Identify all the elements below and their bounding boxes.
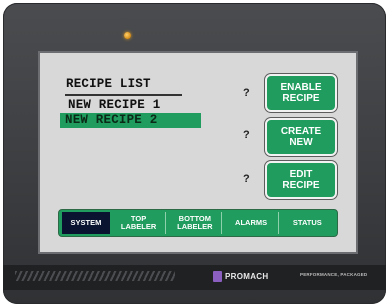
- enable-recipe-label-line2: RECIPE: [282, 93, 320, 104]
- promach-logo-icon: [213, 270, 222, 282]
- create-new-label-line1: CREATE: [280, 126, 322, 137]
- tab-top-labeler-line2: LABELER: [120, 222, 157, 231]
- brand-logo: PROMACH: [213, 269, 268, 283]
- bottom-tab-bar: SYSTEM TOP LABELER BOTTOM LABELER ALARMS…: [58, 209, 338, 237]
- create-new-label-line2: NEW: [289, 137, 313, 148]
- tab-bottom-labeler[interactable]: BOTTOM LABELER: [168, 212, 223, 234]
- help-edit-recipe[interactable]: ?: [243, 173, 250, 185]
- edit-recipe-button[interactable]: EDIT RECIPE: [265, 161, 337, 199]
- hmi-bezel: RECIPE LIST NEW RECIPE 1 NEW RECIPE 2 ? …: [3, 3, 386, 304]
- tab-status[interactable]: STATUS: [281, 212, 334, 234]
- tab-status-label: STATUS: [292, 218, 322, 227]
- help-create-new[interactable]: ?: [243, 129, 250, 141]
- tab-alarms[interactable]: ALARMS: [224, 212, 279, 234]
- tab-system[interactable]: SYSTEM: [62, 212, 110, 234]
- recipe-list-item-2-selected[interactable]: NEW RECIPE 2: [60, 113, 201, 128]
- help-enable-recipe[interactable]: ?: [243, 87, 250, 99]
- recipe-list-item-1[interactable]: NEW RECIPE 1: [68, 98, 160, 112]
- edit-recipe-label-line2: RECIPE: [282, 180, 320, 191]
- hmi-screen: RECIPE LIST NEW RECIPE 1 NEW RECIPE 2 ? …: [38, 51, 358, 254]
- create-new-button[interactable]: CREATE NEW: [265, 118, 337, 156]
- tab-bottom-labeler-line2: LABELER: [177, 222, 213, 231]
- title-underline: [65, 94, 182, 96]
- edit-recipe-label-line1: EDIT: [289, 169, 313, 180]
- recipe-list-title: RECIPE LIST: [66, 77, 151, 91]
- brand-tagline: PERFORMANCE, PACKAGED: [300, 272, 368, 277]
- enable-recipe-label-line1: ENABLE: [280, 82, 322, 93]
- tab-system-label: SYSTEM: [70, 218, 102, 227]
- decorative-hatch: [15, 271, 175, 281]
- tab-top-labeler[interactable]: TOP LABELER: [112, 212, 167, 234]
- enable-recipe-button[interactable]: ENABLE RECIPE: [265, 74, 337, 112]
- brand-name: PROMACH: [225, 271, 269, 281]
- status-led-icon: [124, 32, 131, 39]
- tab-alarms-label: ALARMS: [235, 218, 268, 227]
